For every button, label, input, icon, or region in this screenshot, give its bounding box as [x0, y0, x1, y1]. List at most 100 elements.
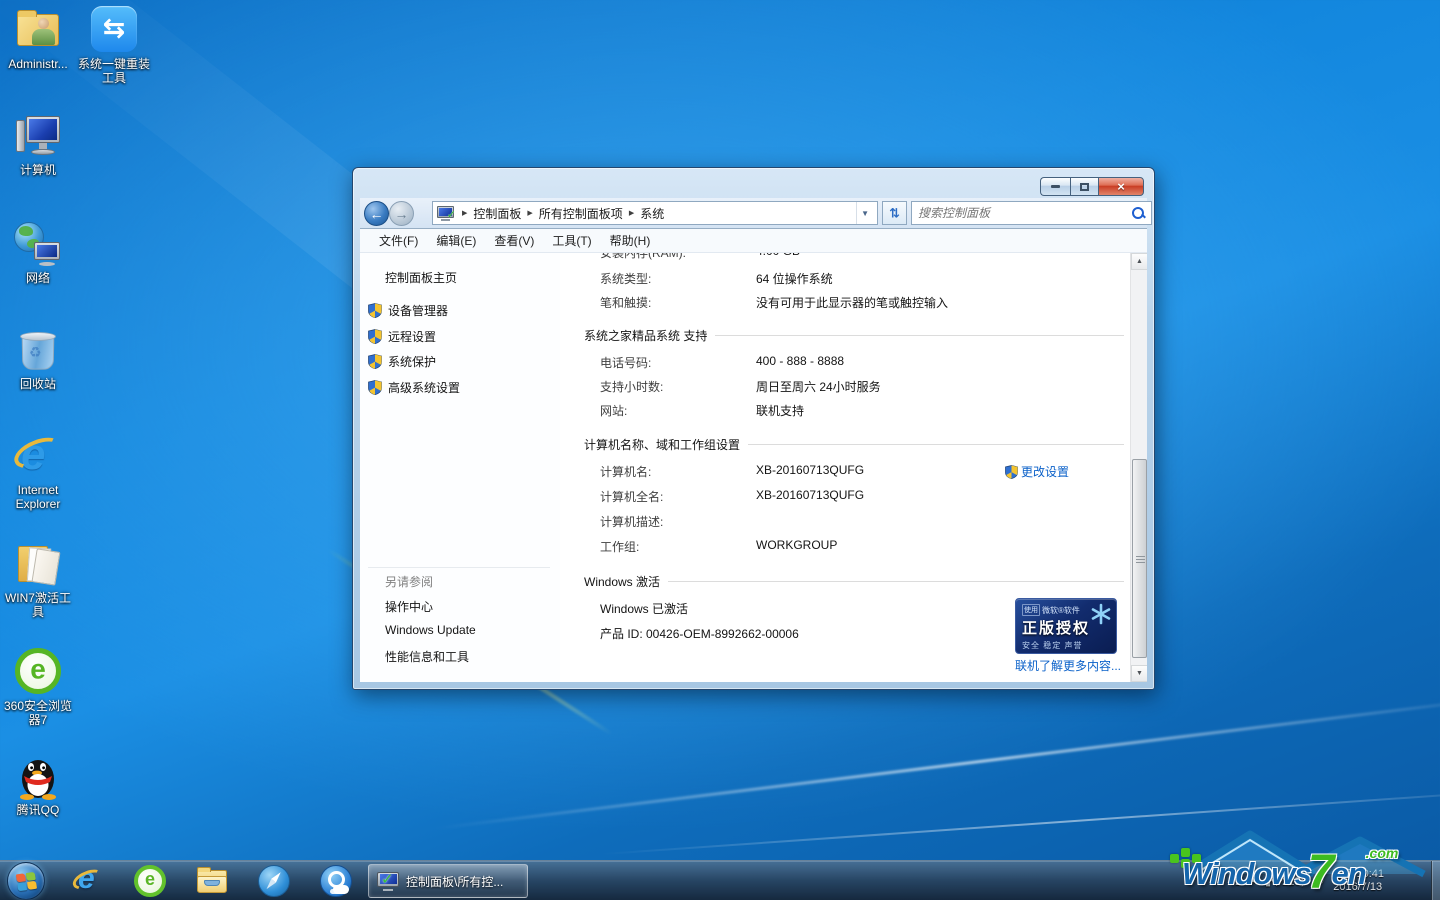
info-row-phone: 电话号码: 400 - 888 - 8888 [560, 354, 1130, 372]
online-support-link[interactable]: 联机支持 [756, 402, 804, 419]
taskbar-explorer-icon[interactable] [196, 865, 228, 897]
address-dropdown-arrow-icon[interactable]: ▼ [856, 202, 873, 224]
internet-explorer-icon: e [14, 432, 62, 480]
minimize-button[interactable] [1040, 177, 1070, 196]
taskbar-clock[interactable]: 上午 10:41 2016/7/13 [1331, 868, 1384, 894]
change-settings-link[interactable]: 更改设置 [1021, 463, 1069, 480]
menu-view[interactable]: 查看(V) [485, 229, 543, 252]
system-page-icon: ✓ [437, 206, 454, 221]
volume-icon[interactable]: 🔊 [1311, 875, 1325, 888]
sidebar-item-windows-update[interactable]: Windows Update [385, 623, 476, 637]
sidebar-item-label: 高级系统设置 [388, 379, 460, 396]
sidebar: 控制面板主页 设备管理器 远程设置 [360, 253, 560, 682]
sidebar-divider [368, 567, 550, 568]
desktop-icon-label: 网络 [0, 271, 76, 285]
info-row-website: 网站: 联机支持 [560, 402, 1130, 420]
breadcrumb-system[interactable]: 系统 [640, 205, 664, 222]
uac-shield-icon [1005, 465, 1018, 479]
start-button[interactable] [7, 862, 45, 900]
sidebar-item-advanced-system-settings[interactable]: 高级系统设置 [368, 379, 460, 396]
genuine-star-icon [1090, 603, 1112, 625]
menu-file[interactable]: 文件(F) [370, 229, 427, 252]
action-center-flag-icon[interactable]: ⚑ [1248, 875, 1258, 888]
caption-buttons: × [1040, 177, 1144, 196]
forward-button[interactable]: → [389, 201, 414, 226]
search-input[interactable] [918, 206, 1131, 220]
uac-shield-icon [368, 303, 382, 318]
sidebar-item-system-protection[interactable]: 系统保护 [368, 353, 436, 370]
sidebar-item-remote-settings[interactable]: 远程设置 [368, 328, 436, 345]
computer-icon [14, 112, 62, 160]
system-info-panel: 安装内存(RAM): 4.00 GB 系统类型: 64 位操作系统 笔和触摸: … [560, 253, 1130, 682]
search-box[interactable] [911, 201, 1152, 225]
info-row-computer-description: 计算机描述: [560, 513, 1130, 531]
desktop-icon-label: 回收站 [0, 377, 76, 391]
taskbar-internet-explorer-icon[interactable]: e [72, 865, 104, 897]
desktop-icon-internet-explorer[interactable]: e Internet Explorer [0, 432, 76, 511]
info-row-system-type: 系统类型: 64 位操作系统 [560, 270, 1130, 288]
desktop-icon-label: 计算机 [0, 163, 76, 177]
desktop-icon-label: Internet Explorer [0, 483, 76, 511]
taskbar-qq-browser-icon[interactable] [320, 865, 352, 897]
sidebar-item-label: 设备管理器 [388, 302, 448, 319]
sidebar-item-label: 远程设置 [388, 328, 436, 345]
taskbar-active-window-control-panel[interactable]: ✓ 控制面板\所有控... [368, 864, 528, 898]
section-header-windows-activation: Windows 激活 [584, 573, 1124, 590]
address-bar[interactable]: ✓ ▶ 控制面板 ▶ 所有控制面板项 ▶ 系统 ▼ [432, 201, 878, 225]
windows-flag-icon [16, 872, 38, 893]
desktop-icon-tencent-qq[interactable]: 腾讯QQ [0, 752, 76, 817]
desktop-icon-label: 系统一键重装工具 [76, 57, 152, 85]
wallpaper-white-streak2 [601, 787, 1440, 855]
back-button[interactable]: ← [364, 201, 389, 226]
window-client-area: 控制面板主页 设备管理器 远程设置 [360, 253, 1147, 682]
reinstall-tool-icon: ⇆ [91, 6, 137, 52]
info-row-pen-touch: 笔和触摸: 没有可用于此显示器的笔或触控输入 [560, 294, 1130, 312]
scroll-up-arrow[interactable]: ▲ [1131, 253, 1147, 270]
desktop-icon-administrator[interactable]: Administr... [0, 6, 76, 71]
refresh-button[interactable]: ⇄ [882, 201, 907, 225]
desktop-icon-label: 腾讯QQ [0, 803, 76, 817]
desktop-icon-label: WIN7激活工具 [0, 591, 76, 619]
taskbar-compass-browser-icon[interactable] [258, 865, 290, 897]
close-button[interactable]: × [1098, 177, 1144, 196]
desktop-icon-win7-activation-tool[interactable]: WIN7激活工具 [0, 540, 76, 619]
change-settings[interactable]: 更改设置 [1005, 463, 1069, 480]
vertical-scrollbar[interactable]: ▲ ▼ [1130, 253, 1147, 682]
recycle-bin-icon: ♻ [14, 326, 62, 374]
maximize-button[interactable] [1070, 177, 1098, 196]
desktop-icon-label: 360安全浏览器7 [0, 699, 76, 727]
tray-expand-icon[interactable]: ▴ [1236, 875, 1242, 888]
learn-more-online-link[interactable]: 联机了解更多内容... [1015, 657, 1121, 674]
menu-edit[interactable]: 编辑(E) [427, 229, 485, 252]
sidebar-item-device-manager[interactable]: 设备管理器 [368, 302, 448, 319]
uac-shield-icon [368, 380, 382, 395]
360-browser-icon: e [15, 648, 61, 694]
clock-date: 2016/7/13 [1331, 881, 1384, 894]
breadcrumb-control-panel[interactable]: 控制面板 [473, 205, 521, 222]
menu-tools[interactable]: 工具(T) [543, 229, 600, 252]
network-icon[interactable]: ▮�215; [1265, 875, 1304, 888]
desktop-icon-computer[interactable]: 计算机 [0, 112, 76, 177]
breadcrumb-all-items[interactable]: 所有控制面板项 [539, 205, 623, 222]
sidebar-item-label: 系统保护 [388, 353, 436, 370]
sidebar-item-action-center[interactable]: 操作中心 [385, 598, 433, 615]
search-icon [1131, 206, 1145, 220]
desktop-icon-recycle-bin[interactable]: ♻ 回收站 [0, 326, 76, 391]
scrollbar-thumb[interactable] [1132, 459, 1147, 658]
wallpaper-white-streak [434, 693, 1440, 830]
desktop-icon-reinstall-tool[interactable]: ⇆ 系统一键重装工具 [76, 6, 152, 85]
uac-shield-icon [368, 354, 382, 369]
scroll-down-arrow[interactable]: ▼ [1131, 665, 1147, 682]
sidebar-item-control-panel-home[interactable]: 控制面板主页 [385, 269, 457, 286]
info-row-workgroup: 工作组: WORKGROUP [560, 538, 1130, 556]
menu-help[interactable]: 帮助(H) [601, 229, 660, 252]
sidebar-item-performance-tools[interactable]: 性能信息和工具 [385, 648, 469, 665]
uac-shield-icon [368, 329, 382, 344]
desktop-icon-network[interactable]: 网络 [0, 220, 76, 285]
system-window-icon: ✓ [377, 872, 399, 891]
watermark-pixel [1181, 848, 1190, 857]
show-desktop-button[interactable] [1431, 861, 1440, 900]
desktop-icon-360-browser[interactable]: e 360安全浏览器7 [0, 648, 76, 727]
taskbar-360-browser-icon[interactable]: e [134, 865, 166, 897]
genuine-microsoft-badge[interactable]: 使用 微软®软件 正版授权 安全 稳定 声誉 [1015, 598, 1117, 654]
